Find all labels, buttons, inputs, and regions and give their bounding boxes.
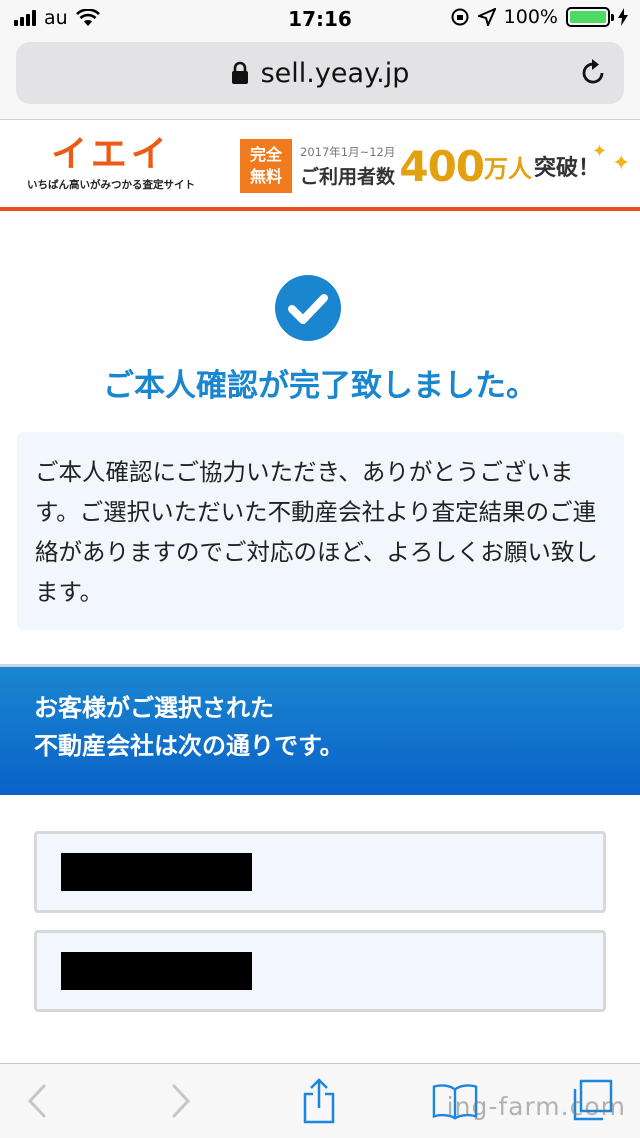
- sparkle-icon: ✦: [612, 151, 631, 176]
- share-button[interactable]: [296, 1078, 342, 1124]
- banner-period: 2017年1月~12月: [300, 144, 396, 159]
- url-text: sell.yeay.jp: [260, 57, 410, 89]
- confirmation-message: ご本人確認にご協力いただき、ありがとうございます。ご選択いただいた不動産会社より…: [35, 458, 598, 606]
- battery-icon: [566, 7, 614, 27]
- heading-line-2: 不動産会社は次の通りです。: [34, 732, 344, 760]
- location-icon: [477, 8, 496, 26]
- free-badge-line2: 無料: [249, 167, 282, 186]
- charging-icon: [618, 8, 628, 26]
- status-right: 100%: [450, 6, 628, 28]
- banner-users-label: ご利用者数: [300, 165, 396, 188]
- back-button[interactable]: [14, 1078, 60, 1124]
- logo-mark: イエイ: [51, 134, 171, 175]
- forward-icon: [172, 1084, 191, 1118]
- logo-tagline: いちばん高いがみつかる査定サイト: [27, 179, 195, 191]
- free-badge-line1: 完全: [249, 145, 282, 164]
- banner-breakthrough: 突破！: [534, 156, 601, 181]
- users-banner: 完全 無料 2017年1月~12月 ご利用者数 400 万人 突破！: [240, 139, 600, 193]
- check-circle-icon: [275, 275, 341, 341]
- redacted-company-name: [61, 952, 252, 990]
- browser-bar: sell.yeay.jp: [0, 36, 640, 120]
- heading-line-1: お客様がご選択された: [34, 694, 274, 722]
- lock-icon: [231, 61, 248, 84]
- companies-section-heading: お客様がご選択された 不動産会社は次の通りです。: [0, 664, 640, 795]
- browser-toolbar: ing-farm.com: [0, 1063, 640, 1138]
- back-icon: [27, 1084, 46, 1118]
- banner-unit: 万人: [484, 154, 533, 183]
- rotation-lock-icon: [451, 8, 469, 26]
- site-logo[interactable]: イエイ いちばん高いがみつかる査定サイト: [16, 135, 206, 192]
- status-bar: au 17:16 100%: [0, 0, 640, 36]
- watermark: ing-farm.com: [446, 1092, 626, 1121]
- confirmation-message-box: ご本人確認にご協力いただき、ありがとうございます。ご選択いただいた不動産会社より…: [17, 432, 624, 630]
- redacted-company-name: [61, 853, 252, 891]
- banner-mid: 2017年1月~12月 ご利用者数: [300, 144, 395, 189]
- company-card: [34, 831, 606, 913]
- reload-icon[interactable]: [578, 58, 608, 88]
- companies-list: [0, 795, 640, 1063]
- free-badge: 完全 無料: [240, 139, 292, 193]
- forward-button[interactable]: [158, 1078, 204, 1124]
- company-card: [34, 930, 606, 1012]
- confirmation-title: ご本人確認が完了致しました。: [103, 368, 537, 404]
- banner-count: 400: [399, 141, 485, 191]
- battery-percent: 100%: [503, 6, 558, 28]
- sparkle-icon: ✦: [592, 141, 608, 162]
- share-icon: [303, 1078, 335, 1124]
- site-header: イエイ いちばん高いがみつかる査定サイト 完全 無料 2017年1月~12月 ご…: [0, 121, 640, 211]
- address-bar[interactable]: sell.yeay.jp: [16, 42, 624, 104]
